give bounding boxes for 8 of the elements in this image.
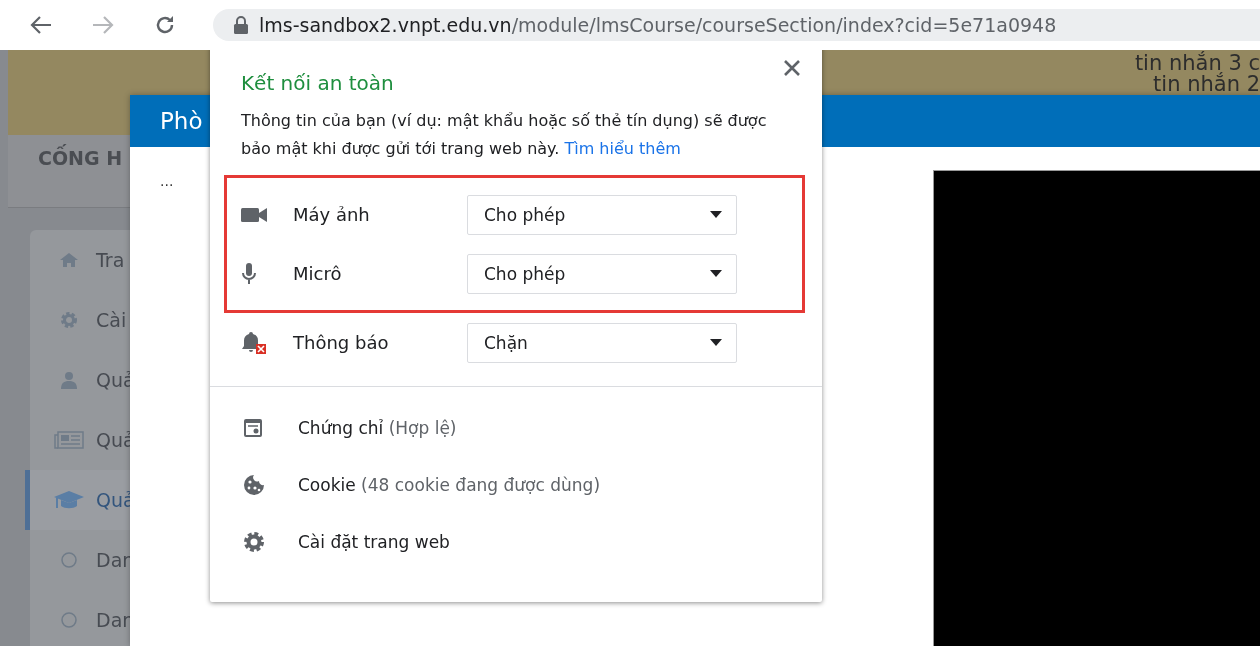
permission-label: Thông báo <box>292 332 390 353</box>
notice-text: tin nhắn 2 <box>1153 74 1260 95</box>
dialog-text: ... <box>160 173 174 189</box>
popup-title: Kết nối an toàn <box>241 71 395 95</box>
popup-description: Thông tin của bạn (ví dụ: mật khẩu hoặc số thẻ tín dụng) sẽ được bảo mật khi được gửi tới trang web này. Tìm hiểu thêm <box>241 110 768 160</box>
permission-label: Micrô <box>292 263 343 284</box>
permission-label: Máy ảnh <box>292 204 371 225</box>
dialog-title: Phò <box>160 108 203 134</box>
